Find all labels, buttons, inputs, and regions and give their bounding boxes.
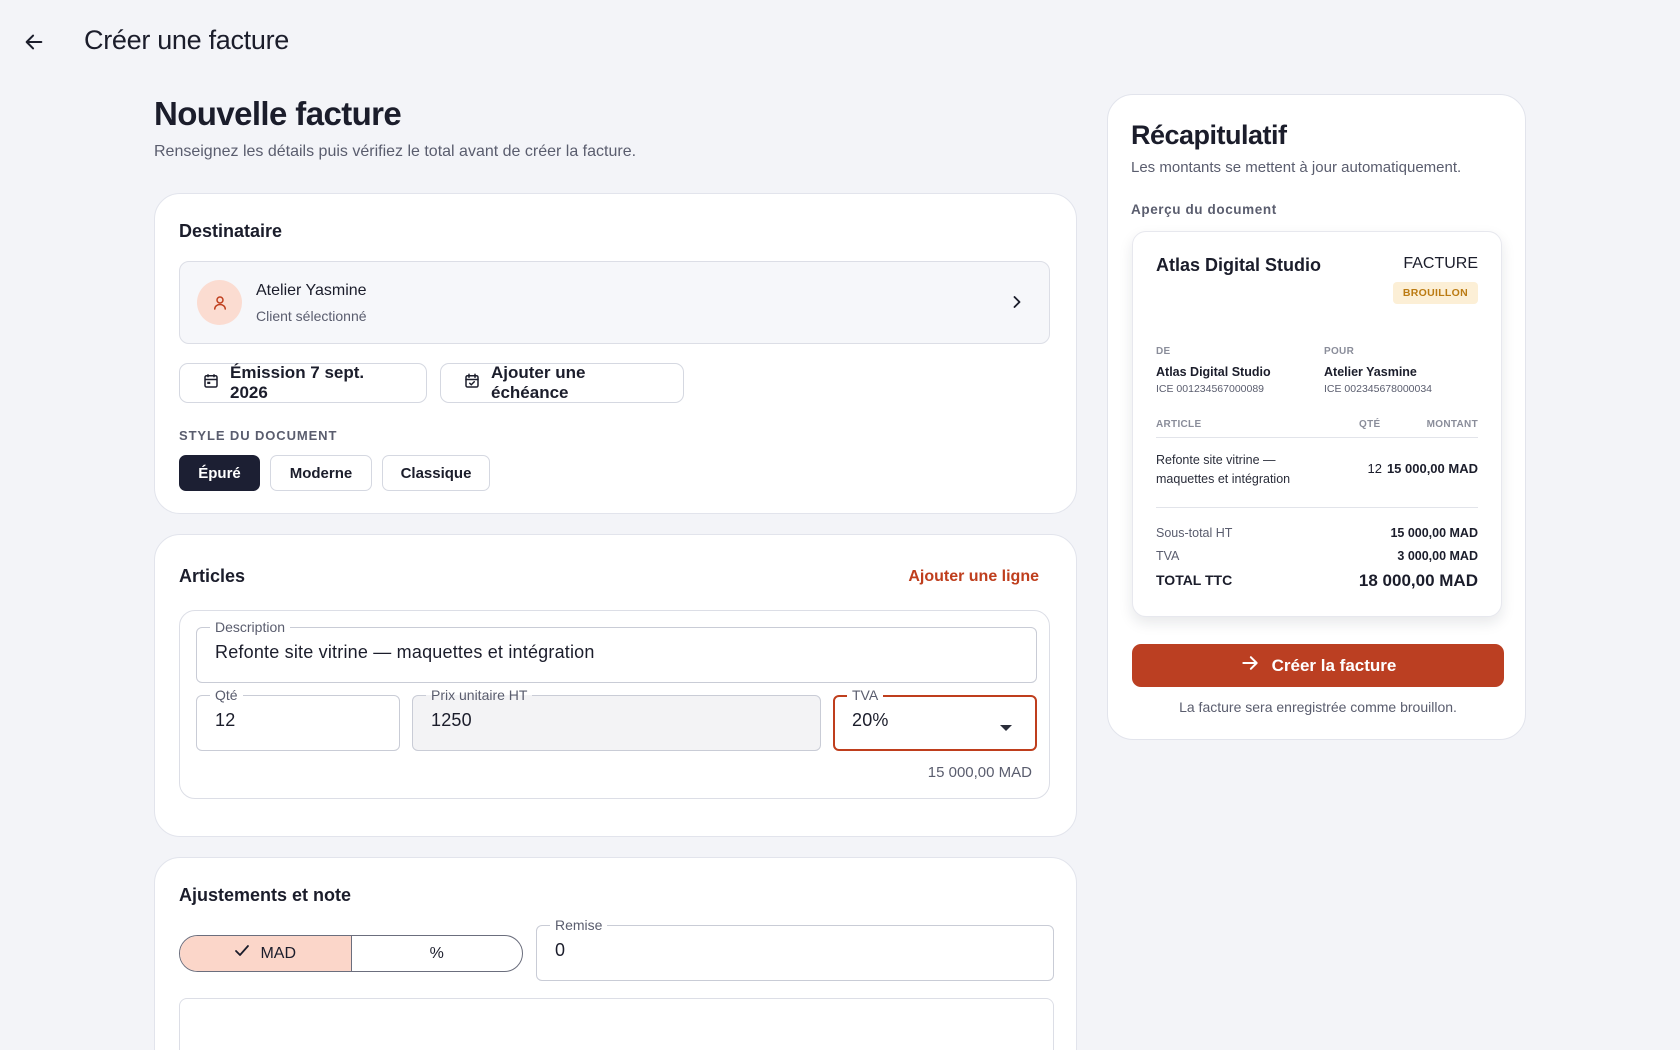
discount-input[interactable]: Remise 0 [536,917,1054,981]
preview-subtotal: 15 000,00 MAD [1390,526,1478,540]
add-line-button[interactable]: Ajouter une ligne [908,568,1039,586]
preview-company: Atlas Digital Studio [1156,255,1322,275]
preview-total: 18 000,00 MAD [1358,571,1478,590]
discount-mode-toggle: MAD % [179,935,523,972]
summary-card: Récapitulatif Les montants se mettent à … [1107,94,1526,740]
preview-from-name: Atlas Digital Studio [1156,365,1271,379]
status-badge: BROUILLON [1392,282,1478,304]
vat-value: 20% [852,710,889,730]
document-preview: Atlas Digital Studio FACTURE BROUILLON D… [1132,231,1502,617]
unit-price-label: Prix unitaire HT [426,687,533,703]
adjustments-card: Ajustements et note MAD % Remise 0 [154,857,1077,1050]
preview-label: Aperçu du document [1131,202,1277,217]
preview-from-label: DE [1156,346,1171,357]
preview-subtotal-label: Sous-total HT [1156,526,1233,540]
note-field[interactable] [179,998,1054,1050]
mode-mad-option[interactable]: MAD [180,936,352,971]
preview-col-qty: QTÉ [1359,419,1381,430]
calendar-check-icon [463,372,481,395]
add-due-date-label: Ajouter une échéance [491,363,586,402]
articles-card: Articles Ajouter une ligne Description R… [154,534,1077,837]
issue-date-label: Émission 7 sept. 2026 [230,363,365,402]
arrow-right-icon [1240,653,1260,678]
preview-line-qty: 12 [1367,461,1382,476]
articles-title: Articles [179,566,246,586]
recipient-card: Destinataire Atelier Yasmine Client séle… [154,193,1077,514]
user-avatar-icon [197,280,242,325]
preview-to-ice: ICE 002345678000034 [1324,383,1433,395]
preview-total-label: TOTAL TTC [1156,572,1233,588]
form-subtitle: Renseignez les détails puis vérifiez le … [154,143,637,160]
page-title: Créer une facture [84,25,290,55]
description-input[interactable]: Description Refonte site vitrine — maque… [196,619,1037,683]
preview-to-name: Atelier Yasmine [1324,365,1417,379]
create-invoice-button[interactable]: Créer la facture [1132,644,1504,687]
calendar-icon [202,372,220,395]
divider [1156,507,1478,508]
preview-line-desc: Refonte site vitrine — maquettes et inté… [1156,453,1291,486]
vat-label: TVA [847,687,884,703]
qty-label: Qté [210,687,243,703]
preview-doc-type: FACTURE [1403,255,1478,272]
qty-value: 12 [215,710,236,730]
description-value: Refonte site vitrine — maquettes et inté… [215,642,595,662]
client-status: Client sélectionné [256,308,367,324]
description-label: Description [210,619,291,635]
back-arrow-icon[interactable] [18,26,50,58]
mode-percent-label: % [429,944,444,962]
divider [1156,437,1478,438]
preview-to-label: POUR [1324,346,1355,357]
client-selector[interactable]: Atelier Yasmine Client sélectionné [179,261,1050,344]
top-bar: Créer une facture [0,0,1680,84]
preview-col-amount: MONTANT [1426,419,1478,430]
preview-vat: 3 000,00 MAD [1397,549,1478,563]
dropdown-arrow-icon [999,719,1013,737]
preview-vat-label: TVA [1156,549,1180,563]
preview-from-ice: ICE 001234567000089 [1156,383,1265,395]
preview-line-amount: 15 000,00 MAD [1386,461,1478,476]
issue-date-button[interactable]: Émission 7 sept. 2026 [179,363,427,403]
discount-label: Remise [550,917,608,933]
summary-subtitle: Les montants se mettent à jour automatiq… [1131,159,1462,176]
line-total: 15 000,00 MAD [927,764,1032,781]
style-moderne-button[interactable]: Moderne [270,455,372,491]
summary-title: Récapitulatif [1131,120,1287,150]
qty-input[interactable]: Qté 12 [196,687,400,751]
client-name: Atelier Yasmine [256,282,367,299]
form-title: Nouvelle facture [154,95,402,132]
discount-value: 0 [555,940,566,960]
add-due-date-button[interactable]: Ajouter une échéance [440,363,684,403]
chevron-right-icon [1007,292,1027,317]
recipient-title: Destinataire [179,221,283,241]
vat-select[interactable]: TVA 20% [833,687,1037,751]
check-icon [234,944,250,963]
style-epure-button[interactable]: Épuré [179,455,260,491]
mode-percent-option[interactable]: % [352,936,523,971]
style-classique-button[interactable]: Classique [382,455,490,491]
unit-price-input[interactable]: Prix unitaire HT 1250 [412,687,821,751]
draft-note: La facture sera enregistrée comme brouil… [1179,699,1457,715]
unit-price-value: 1250 [431,710,472,730]
style-section-label: STYLE DU DOCUMENT [179,428,338,443]
adjustments-title: Ajustements et note [179,885,352,905]
line-item: Description Refonte site vitrine — maque… [179,610,1050,799]
preview-col-article: ARTICLE [1156,419,1202,430]
mode-mad-label: MAD [260,944,297,962]
create-invoice-label: Créer la facture [1271,655,1397,675]
